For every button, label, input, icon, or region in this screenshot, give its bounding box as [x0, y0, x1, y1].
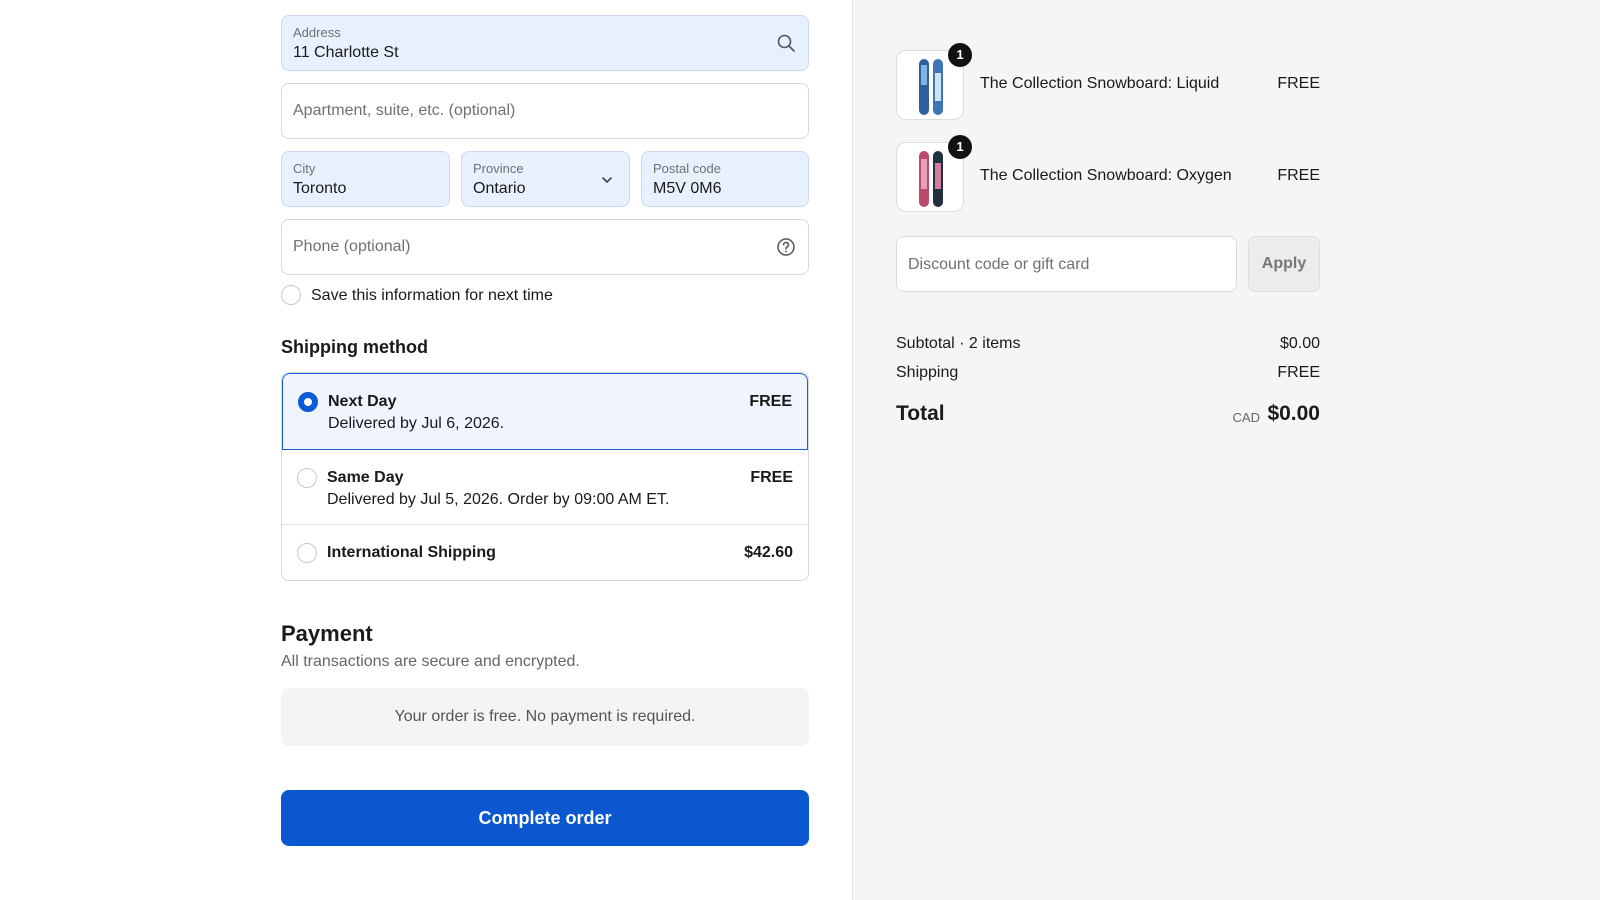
radio-same-day[interactable]	[297, 468, 317, 488]
address-label: Address	[293, 25, 341, 40]
province-label: Province	[473, 161, 524, 176]
phone-field[interactable]: Phone (optional)	[281, 219, 809, 275]
apply-discount-button[interactable]: Apply	[1248, 236, 1320, 292]
province-select[interactable]: Province Ontario	[461, 151, 630, 207]
payment-free-note: Your order is free. No payment is requir…	[281, 688, 809, 746]
city-field[interactable]: City Toronto	[281, 151, 450, 207]
search-icon[interactable]	[776, 33, 796, 53]
shipping-row: Shipping FREE	[896, 364, 1320, 382]
subtotal-value: $0.00	[1279, 335, 1320, 352]
shipping-option-same-day[interactable]: Same Day Delivered by Jul 5, 2026. Order…	[282, 450, 808, 524]
postal-code-field[interactable]: Postal code M5V 0M6	[641, 151, 809, 207]
quantity-badge: 1	[948, 43, 972, 67]
chevron-down-icon	[597, 170, 617, 190]
subtotal-row: Subtotal · 2 items $0.00	[896, 335, 1320, 353]
payment-subtitle: All transactions are secure and encrypte…	[281, 653, 580, 670]
help-icon[interactable]	[776, 237, 796, 257]
option-price: FREE	[750, 469, 793, 486]
option-price: $42.60	[744, 544, 793, 561]
option-price: FREE	[749, 393, 792, 410]
shipping-option-next-day[interactable]: Next Day Delivered by Jul 6, 2026. FREE	[282, 373, 808, 450]
address-value: 11 Charlotte St	[293, 44, 399, 61]
product-price: FREE	[1277, 75, 1320, 92]
option-detail: Delivered by Jul 6, 2026.	[328, 415, 505, 432]
product-name: The Collection Snowboard: Liquid	[980, 75, 1220, 92]
payment-title: Payment	[281, 621, 373, 646]
apartment-placeholder: Apartment, suite, etc. (optional)	[293, 102, 516, 119]
total-currency: CAD	[1232, 410, 1260, 425]
product-price: FREE	[1277, 167, 1320, 184]
quantity-badge: 1	[948, 135, 972, 159]
city-label: City	[293, 161, 316, 176]
option-title: International Shipping	[327, 544, 496, 561]
postal-value: M5V 0M6	[653, 180, 722, 197]
shipping-value: FREE	[1277, 364, 1320, 381]
total-amount: CAD $0.00	[896, 402, 1320, 430]
product-name: The Collection Snowboard: Oxygen	[980, 167, 1232, 184]
save-info-checkbox[interactable]	[281, 285, 301, 305]
option-title: Same Day	[327, 469, 404, 486]
province-value: Ontario	[473, 180, 526, 197]
summary-product-oxygen: 1 The Collection Snowboard: Oxygen FREE	[896, 135, 1320, 212]
shipping-label: Shipping	[896, 364, 959, 381]
shipping-options: Next Day Delivered by Jul 6, 2026. FREE …	[281, 372, 809, 581]
total-value: $0.00	[1267, 402, 1320, 425]
discount-code-input[interactable]: Discount code or gift card	[896, 236, 1237, 292]
complete-order-button[interactable]: Complete order	[281, 790, 809, 846]
phone-placeholder: Phone (optional)	[293, 238, 411, 255]
summary-product-liquid: 1 The Collection Snowboard: Liquid FREE	[896, 43, 1320, 120]
shipping-method-title: Shipping method	[281, 337, 428, 357]
discount-placeholder: Discount code or gift card	[908, 256, 1090, 273]
option-title: Next Day	[328, 393, 397, 410]
subtotal-label: Subtotal · 2 items	[896, 335, 1021, 352]
radio-international[interactable]	[297, 543, 317, 563]
city-value: Toronto	[293, 180, 347, 197]
save-info-label: Save this information for next time	[311, 287, 553, 304]
shipping-option-international[interactable]: International Shipping $42.60	[282, 525, 808, 580]
address-field[interactable]: Address 11 Charlotte St	[281, 15, 809, 71]
option-detail: Delivered by Jul 5, 2026. Order by 09:00…	[327, 491, 670, 508]
radio-next-day[interactable]	[298, 392, 318, 412]
checkout-form-panel: Address 11 Charlotte St Apartment, suite…	[0, 0, 852, 900]
apartment-field[interactable]: Apartment, suite, etc. (optional)	[281, 83, 809, 139]
postal-label: Postal code	[653, 161, 721, 176]
